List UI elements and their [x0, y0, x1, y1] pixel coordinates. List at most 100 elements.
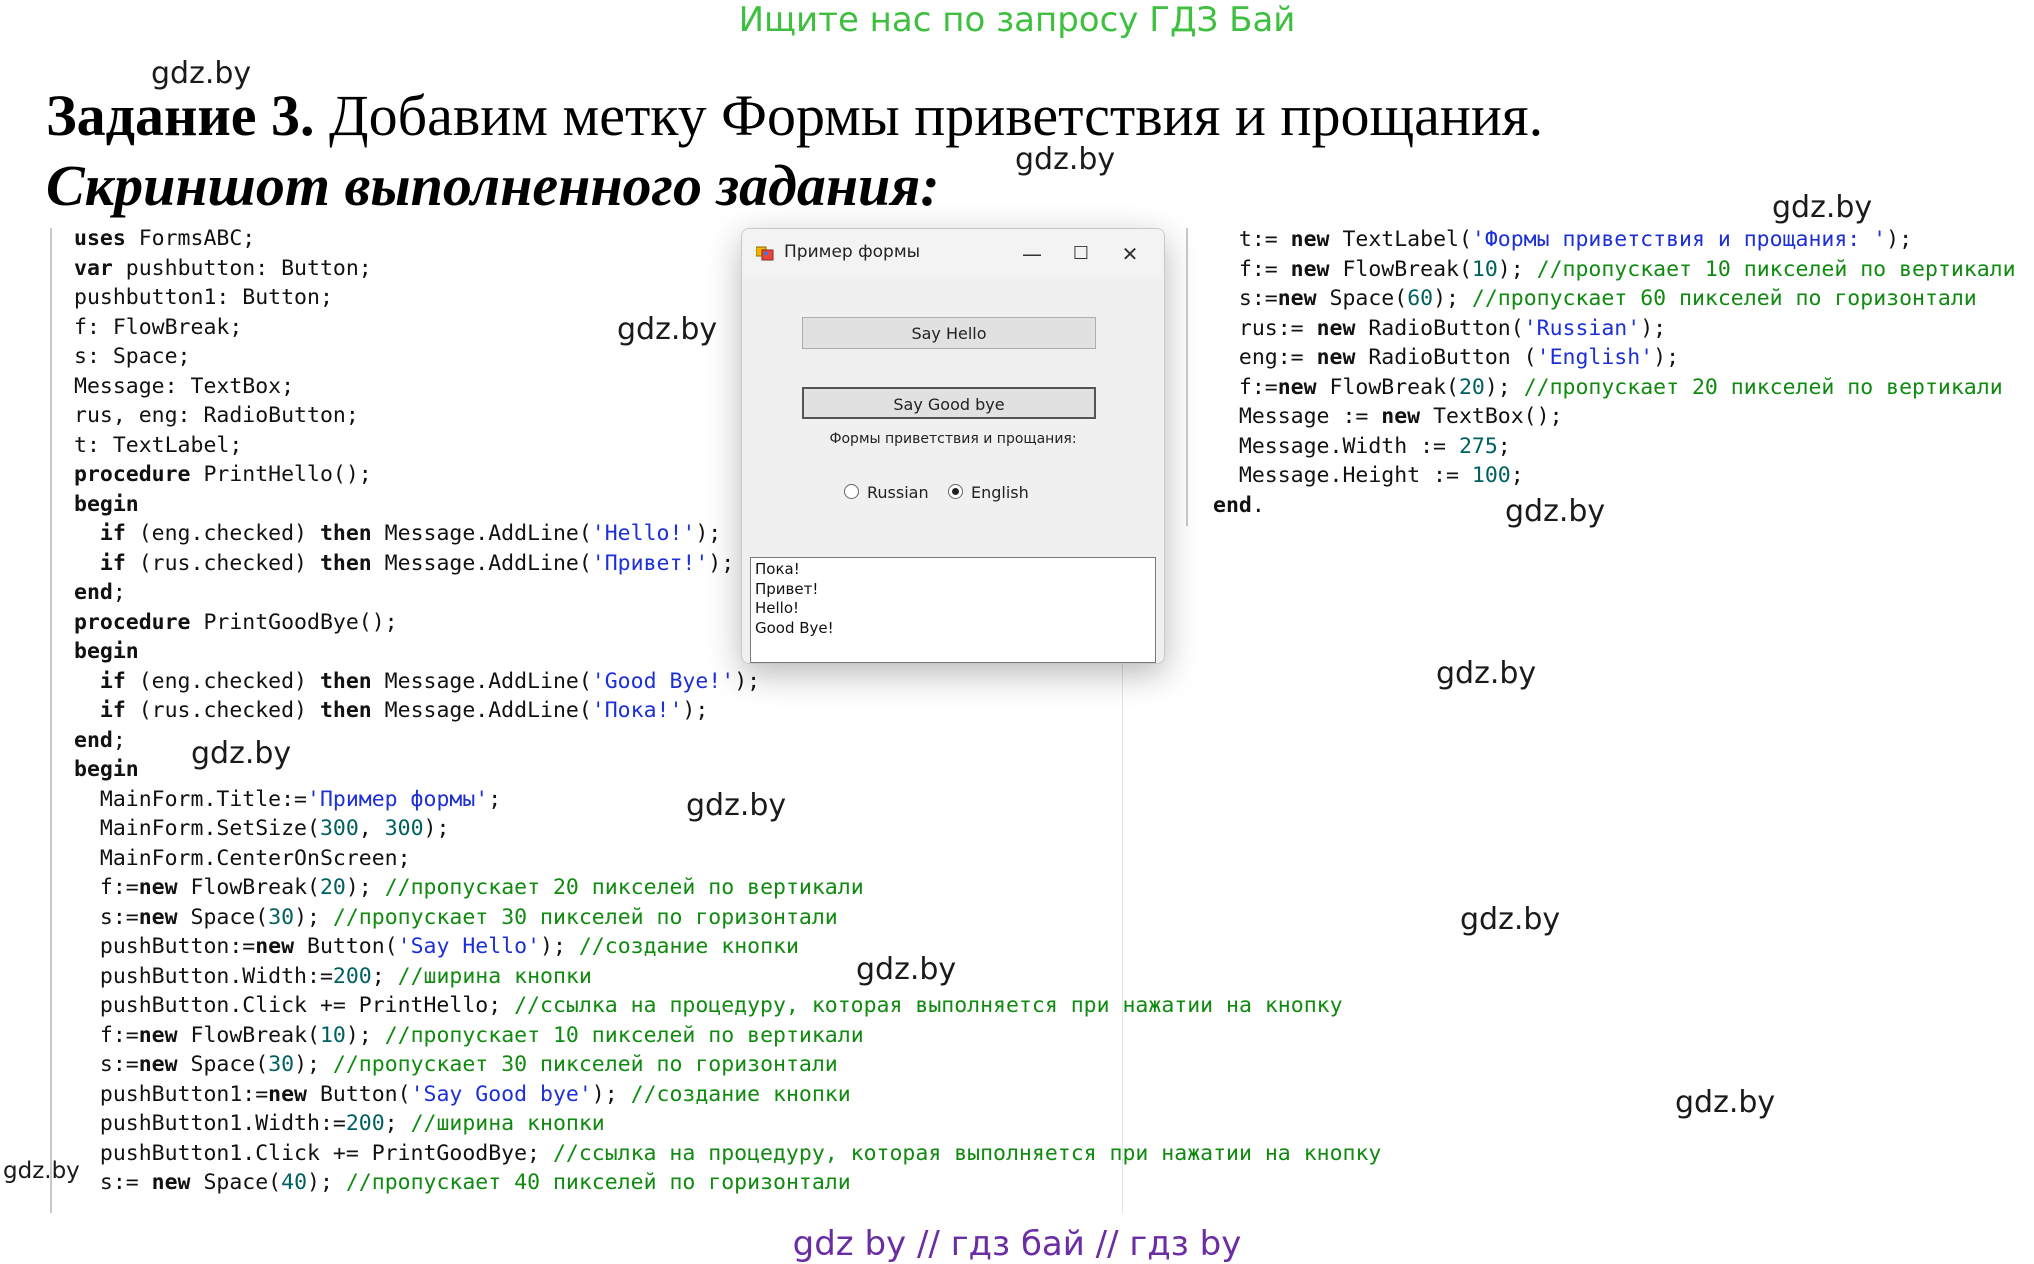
watermark: gdz.by [617, 312, 718, 347]
radio-circle-english[interactable] [948, 484, 963, 499]
code-token: FlowBreak( [1316, 374, 1459, 400]
code-token: uses [74, 226, 126, 251]
code-token: Message.Height := [1213, 463, 1472, 488]
code-line: rus:= new RadioButton('Russian'); [1213, 314, 2016, 344]
window-titlebar[interactable]: Пример формы — ☐ ✕ [742, 229, 1164, 279]
radio-circle-russian[interactable] [844, 484, 859, 499]
code-token: f: FlowBreak; [74, 314, 243, 340]
code-line: eng:= new RadioButton ('English'); [1213, 343, 2016, 373]
code-token: Button( [294, 934, 398, 959]
code-token: (rus.checked) [125, 550, 320, 576]
code-token: ; [1497, 433, 1511, 459]
code-line: s:=new Space(30); //пропускает 30 пиксел… [74, 1050, 1381, 1080]
code-token: Message.AddLine( [371, 521, 592, 546]
code-token: //пропускает 10 пикселей по вертикали [1536, 256, 2016, 282]
code-token: new [151, 1170, 191, 1195]
code-token: //пропускает 30 пикселей по горизонтали [332, 904, 838, 930]
say-goodbye-button[interactable]: Say Good bye [802, 387, 1096, 419]
code-token: f:= [1213, 256, 1291, 282]
code-token: Message.AddLine( [371, 698, 592, 723]
code-token: PrintHello(); [190, 462, 372, 487]
code-token: t: TextLabel; [74, 432, 243, 458]
code-line: if (rus.checked) then Message.AddLine('П… [74, 549, 1381, 579]
textbox-line: Hello! [755, 599, 800, 617]
code-token: Message.Width := [1213, 433, 1459, 459]
code-line: t:= new TextLabel('Формы приветствия и п… [1213, 225, 2016, 255]
code-token: s:= [74, 1052, 139, 1077]
code-token: //пропускает 10 пикселей по вертикали [384, 1022, 864, 1048]
subtitle: Скриншот выполненного задания: [46, 153, 940, 218]
code-token: ); [1886, 227, 1913, 252]
radio-english[interactable]: English [948, 483, 1029, 502]
code-token: //пропускает 30 пикселей по горизонтали [332, 1052, 838, 1077]
code-line: pushButton1.Click += PrintGoodBye; //ссы… [74, 1139, 1381, 1169]
minimize-icon[interactable]: — [1012, 239, 1052, 269]
code-token: FlowBreak( [177, 875, 320, 900]
code-token: s:= [74, 1170, 152, 1195]
code-token: 30 [268, 904, 295, 930]
code-token: end [1213, 492, 1252, 518]
code-token: 100 [1471, 463, 1511, 488]
code-token: if [99, 521, 126, 546]
code-line: pushButton.Width:=200; //ширина кнопки [74, 962, 1381, 992]
code-token: new [1277, 286, 1317, 311]
code-line: Message.Height := 100; [1213, 461, 2016, 491]
watermark: gdz.by [151, 56, 252, 91]
code-token: 275 [1458, 433, 1498, 459]
code-token: 300 [319, 816, 359, 841]
code-line: s:=new Space(30); //пропускает 30 пиксел… [74, 903, 1381, 933]
code-token: s:= [1213, 286, 1278, 311]
watermark: gdz.by [1436, 656, 1537, 691]
code-token: new [138, 1052, 178, 1077]
code-token: PrintGoodBye(); [190, 609, 398, 635]
code-token: Message.AddLine( [371, 668, 592, 694]
textbox-line: Привет! [755, 579, 819, 598]
code-token: pushButton:= [74, 934, 256, 959]
code-token: rus, eng: RadioButton; [74, 403, 359, 428]
code-token: Message.AddLine( [371, 550, 592, 576]
app-icon [756, 246, 774, 261]
code-token: //пропускает 20 пикселей по вертикали [384, 875, 864, 900]
code-token: if [99, 668, 126, 694]
code-token: (rus.checked) [125, 698, 320, 723]
code-token: ); [708, 550, 735, 576]
code-token: f:= [74, 1022, 139, 1048]
code-token: pushbutton: Button; [112, 255, 372, 281]
maximize-icon[interactable]: ☐ [1061, 239, 1101, 269]
code-token: begin [74, 491, 139, 517]
code-token: t:= [1213, 227, 1291, 252]
radio-english-label: English [971, 483, 1029, 502]
code-line: pushButton:=new Button('Say Hello'); //с… [74, 932, 1381, 962]
code-token: then [319, 550, 372, 576]
code-token: s:= [74, 904, 139, 930]
message-textbox[interactable]: Пока! Привет! Hello! Good Bye! [750, 557, 1156, 663]
footer-links: gdz by // гдз бай // гдз by [792, 1224, 1242, 1264]
watermark: gdz.by [1772, 190, 1873, 225]
close-icon[interactable]: ✕ [1110, 239, 1150, 269]
code-token: new [138, 875, 178, 900]
code-token: 'Say Hello' [397, 934, 541, 959]
code-line: f:=new FlowBreak(20); //пропускает 20 пи… [1213, 373, 2016, 403]
window-title: Пример формы [784, 242, 921, 262]
code-token: //ссылка на процедуру, которая выполняет… [514, 993, 1343, 1018]
code-token: end [74, 580, 113, 605]
code-token: ); [294, 1052, 333, 1077]
code-token: new [268, 1081, 308, 1107]
code-token: 200 [345, 1111, 385, 1136]
code-line: f:=new FlowBreak(20); //пропускает 20 пи… [74, 873, 1381, 903]
code-token: ); [540, 934, 579, 959]
code-token: Space( [1316, 286, 1408, 311]
code-token: end [74, 727, 113, 753]
code-token: 10 [1471, 256, 1498, 282]
say-hello-button[interactable]: Say Hello [802, 317, 1096, 349]
radio-russian[interactable]: Russian [844, 483, 929, 502]
code-token: new [255, 934, 295, 959]
code-token: ; [112, 727, 126, 753]
code-token: Space( [177, 1052, 269, 1077]
code-token: Button( [307, 1081, 411, 1107]
code-token: f:= [1213, 374, 1278, 400]
code-line: if (eng.checked) then Message.AddLine('G… [74, 667, 1381, 697]
form-window: Пример формы — ☐ ✕ Say Hello Say Good by… [741, 228, 1165, 664]
